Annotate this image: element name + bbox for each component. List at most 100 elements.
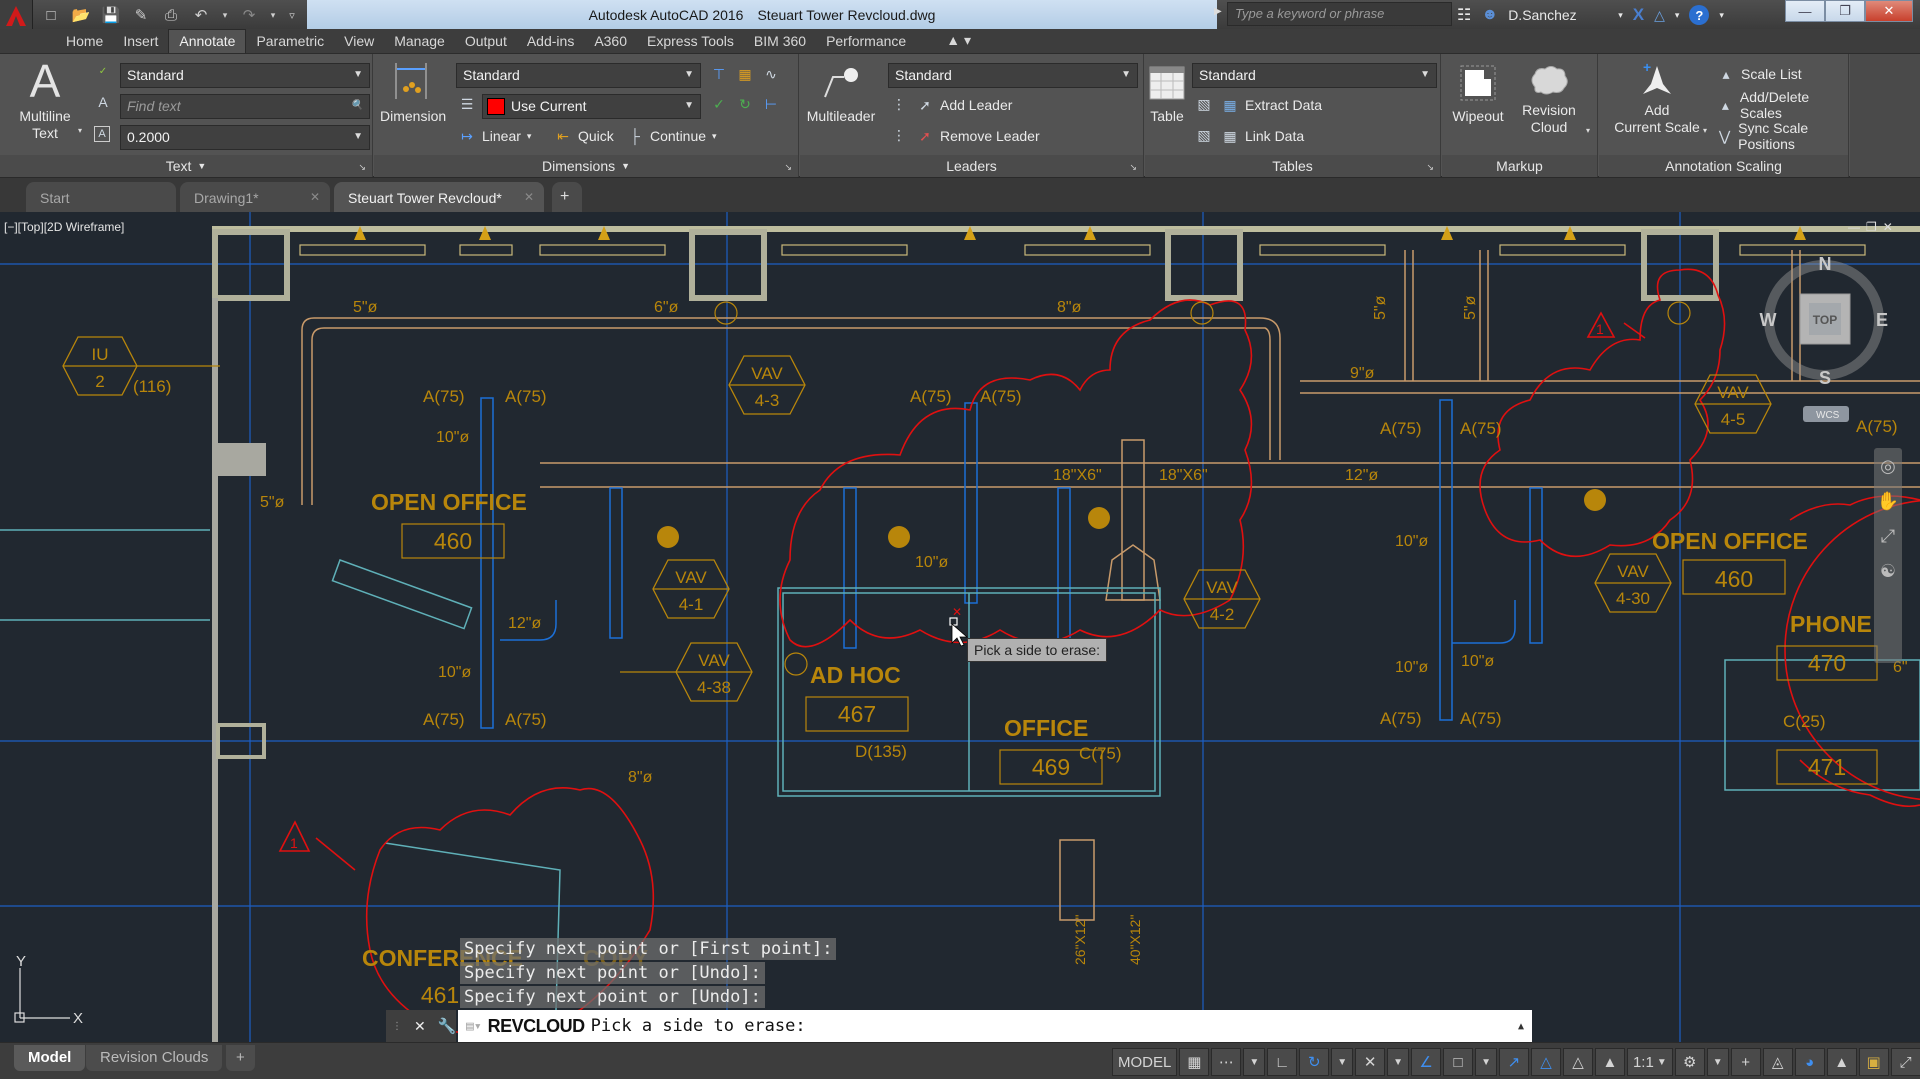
save-icon[interactable]: 💾: [100, 4, 122, 26]
file-tab-drawing1[interactable]: Drawing1* ✕: [180, 182, 330, 212]
orbit-icon[interactable]: ☯: [1874, 561, 1902, 582]
upload-to-source-icon[interactable]: ▧: [1195, 127, 1213, 144]
redo-dropdown-icon[interactable]: ▾: [268, 4, 278, 26]
dim-space-icon[interactable]: ▦: [736, 66, 754, 83]
isolate-objects-icon[interactable]: ▣: [1858, 1048, 1889, 1076]
tab-express-tools[interactable]: Express Tools: [637, 30, 744, 53]
clean-screen-icon[interactable]: ⤢: [1890, 1048, 1920, 1076]
download-from-source-icon[interactable]: ▧: [1195, 96, 1213, 113]
leaders-panel-title[interactable]: Leaders: [800, 155, 1143, 177]
customize-qat-icon[interactable]: ▿: [286, 4, 298, 26]
annotation-visibility-icon[interactable]: △: [1530, 1048, 1561, 1076]
tab-add-ins[interactable]: Add-ins: [517, 30, 584, 53]
dynamic-ucs-icon[interactable]: ↗: [1498, 1048, 1529, 1076]
tab-annotate[interactable]: Annotate: [168, 29, 247, 53]
command-line-grip[interactable]: ⋮ ✕ 🔧: [386, 1010, 456, 1042]
auto-scale-icon[interactable]: △: [1562, 1048, 1593, 1076]
find-text-input[interactable]: Find text 🔍: [120, 94, 370, 119]
application-menu-button[interactable]: [0, 0, 33, 32]
object-snap-icon[interactable]: □: [1443, 1048, 1474, 1076]
tab-manage[interactable]: Manage: [384, 30, 455, 53]
polar-dropdown-icon[interactable]: ▼: [1331, 1048, 1354, 1076]
collect-leaders-icon[interactable]: ⋮: [890, 127, 908, 144]
quick-dimension-button[interactable]: ⇤ Quick: [554, 125, 614, 147]
object-snap-tracking-icon[interactable]: ∠: [1411, 1048, 1442, 1076]
sync-scale-positions-button[interactable]: ⋁ Sync Scale Positions: [1717, 120, 1848, 152]
dialog-launcher-icon[interactable]: ↘: [1426, 162, 1434, 173]
text-height-select[interactable]: 0.2000 ▼: [120, 125, 370, 150]
add-scale-dropdown-icon[interactable]: ▾: [1703, 126, 1707, 135]
quick-properties-icon[interactable]: ◕: [1794, 1048, 1825, 1076]
ribbon-minimize-toggle[interactable]: ▲ ▾: [936, 29, 981, 53]
recent-commands-icon[interactable]: ▤▾: [466, 1019, 482, 1034]
new-tab-button[interactable]: +: [552, 182, 582, 212]
close-command-line-icon[interactable]: ✕: [414, 1018, 426, 1035]
user-dropdown-icon[interactable]: ▾: [1618, 10, 1623, 21]
restore-button[interactable]: ❐: [1825, 0, 1865, 22]
exchange-apps-icon[interactable]: X: [1633, 5, 1644, 25]
tab-view[interactable]: View: [334, 30, 384, 53]
dimensions-panel-title[interactable]: Dimensions ▼: [374, 155, 798, 177]
isodraft-icon[interactable]: ✕: [1355, 1048, 1386, 1076]
tab-output[interactable]: Output: [455, 30, 517, 53]
annotation-monitor-icon[interactable]: +: [1730, 1048, 1761, 1076]
plot-icon[interactable]: ⎙: [160, 4, 182, 26]
scale-list-button[interactable]: ▴ Scale List: [1717, 63, 1801, 85]
grid-icon[interactable]: ▦: [1179, 1048, 1210, 1076]
file-tab-start[interactable]: Start: [26, 182, 176, 212]
linear-dimension-button[interactable]: ↦ Linear ▾: [458, 125, 531, 147]
multileader-button[interactable]: Multileader: [804, 58, 878, 125]
hardware-acceleration-icon[interactable]: ▲: [1826, 1048, 1857, 1076]
wipeout-button[interactable]: Wipeout: [1446, 58, 1510, 125]
close-tab-icon[interactable]: ✕: [524, 190, 534, 204]
continue-dimension-button[interactable]: ├ Continue ▾: [626, 125, 717, 147]
customize-command-icon[interactable]: 🔧: [438, 1017, 457, 1035]
viewport-close-icon[interactable]: ✕: [1883, 220, 1893, 234]
binoculars-icon[interactable]: ☷: [1457, 5, 1471, 25]
break-icon[interactable]: ∿: [762, 66, 780, 83]
revision-cloud-button[interactable]: Revision Cloud: [1512, 58, 1586, 136]
open-icon[interactable]: 📂: [70, 4, 92, 26]
undo-dropdown-icon[interactable]: ▾: [220, 4, 230, 26]
extract-data-button[interactable]: ▦ Extract Data: [1221, 94, 1322, 116]
dimension-style-select[interactable]: Standard ▼: [456, 63, 701, 88]
align-leaders-icon[interactable]: ⋮: [890, 96, 908, 113]
help-icon[interactable]: ?: [1689, 5, 1710, 25]
check-spelling-icon[interactable]: ✓: [94, 66, 112, 77]
add-leader-button[interactable]: ➚ Add Leader: [916, 94, 1012, 116]
viewport-restore-icon[interactable]: ❐: [1866, 220, 1877, 234]
text-style-select[interactable]: Standard ▼: [120, 63, 370, 88]
viewport-minimize-icon[interactable]: —: [1848, 220, 1860, 234]
tab-performance[interactable]: Performance: [816, 30, 916, 53]
redo-icon[interactable]: ↷: [238, 4, 260, 26]
tab-bim-360[interactable]: BIM 360: [744, 30, 816, 53]
object-snap-dropdown-icon[interactable]: ▼: [1475, 1048, 1497, 1076]
tab-parametric[interactable]: Parametric: [246, 30, 334, 53]
update-icon[interactable]: ↻: [736, 96, 754, 113]
annotation-scale-select[interactable]: 1:1 ▼: [1626, 1048, 1673, 1076]
remove-leader-button[interactable]: ➚ Remove Leader: [916, 125, 1040, 147]
a360-dropdown-icon[interactable]: ▾: [1675, 10, 1680, 21]
drawing-canvas[interactable]: 1 1 IU 2 VAV 4-3 VAV 4-1 VAV 4-38 VAV 4-2 VAV…: [0, 212, 1920, 1042]
zoom-extents-icon[interactable]: ⤢: [1874, 526, 1902, 547]
layout-tab-model[interactable]: Model: [14, 1045, 86, 1071]
command-input[interactable]: ▤▾ REVCLOUD Pick a side to erase: ▲: [458, 1010, 1532, 1042]
inspect-icon[interactable]: ✓: [710, 96, 728, 113]
table-style-select[interactable]: Standard ▼: [1192, 63, 1437, 88]
command-history-toggle-icon[interactable]: ▲: [1518, 1021, 1524, 1032]
layout-tab-revision-clouds[interactable]: Revision Clouds: [86, 1045, 223, 1071]
add-delete-scales-button[interactable]: ▴ Add/Delete Scales: [1717, 89, 1848, 121]
tab-a360[interactable]: A360: [584, 30, 637, 53]
link-data-button[interactable]: ▦ Link Data: [1221, 125, 1304, 147]
reassociate-icon[interactable]: ⊢: [762, 96, 780, 113]
dialog-launcher-icon[interactable]: ↘: [784, 162, 792, 173]
isodraft-dropdown-icon[interactable]: ▼: [1387, 1048, 1410, 1076]
tab-insert[interactable]: Insert: [113, 30, 168, 53]
save-as-icon[interactable]: ✎: [130, 4, 152, 26]
dialog-launcher-icon[interactable]: ↘: [1129, 162, 1137, 173]
tables-panel-title[interactable]: Tables: [1145, 155, 1440, 177]
search-expand-icon[interactable]: ▶: [1214, 6, 1222, 17]
add-current-scale-button[interactable]: + Add Current Scale: [1611, 58, 1703, 136]
undo-icon[interactable]: ↶: [190, 4, 212, 26]
ortho-icon[interactable]: ∟: [1267, 1048, 1298, 1076]
